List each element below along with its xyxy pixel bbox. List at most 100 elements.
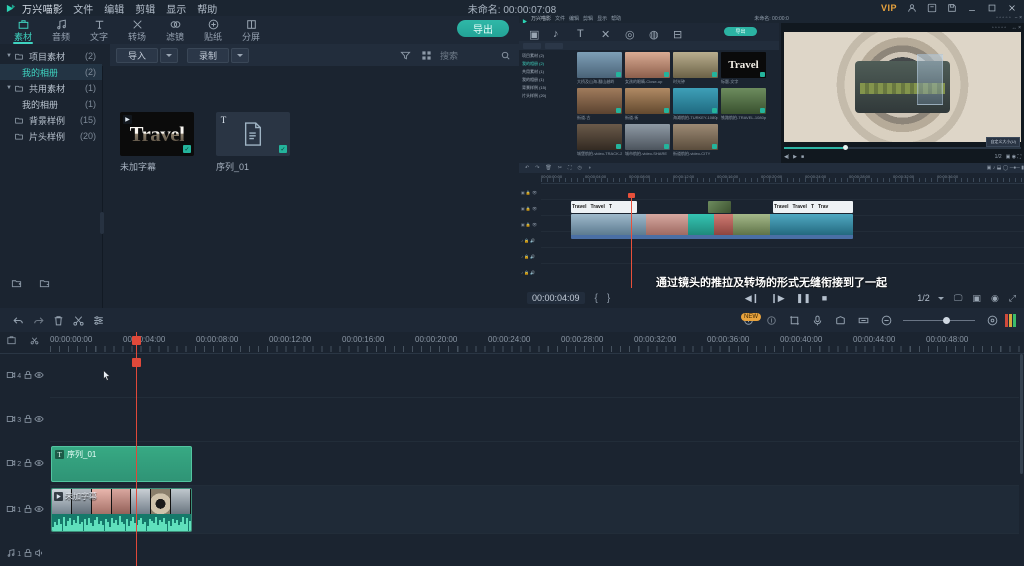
tab-sticker[interactable]: 贴纸 xyxy=(194,16,232,44)
crop-icon[interactable] xyxy=(784,310,804,330)
zoom-in-icon[interactable] xyxy=(982,310,1002,330)
preview-player-panel[interactable]: 万兴喵影 文件 编辑 剪辑 显示 帮助 未命名: 00:00:0 ▫ ▫ ▫ ▫… xyxy=(519,14,1024,308)
tab-filter[interactable]: 滤镜 xyxy=(156,16,194,44)
maximize-button[interactable] xyxy=(986,3,997,14)
zoom-out-icon[interactable] xyxy=(876,310,896,330)
tree-item-shared-media[interactable]: ▼ 共用素材 (1) xyxy=(0,80,102,96)
library-divider-handle[interactable] xyxy=(100,212,104,234)
media-thumbnail[interactable]: Travel ▶ ✓ xyxy=(120,112,194,156)
magnet-snap-icon[interactable] xyxy=(29,335,40,349)
video-track-icon[interactable] xyxy=(6,458,16,471)
lock-icon[interactable] xyxy=(23,414,33,427)
keyframe-icon[interactable] xyxy=(853,310,873,330)
account-icon[interactable] xyxy=(906,3,917,14)
grid-view-icon[interactable] xyxy=(418,47,434,63)
adjust-icon[interactable] xyxy=(88,310,108,330)
tree-item-opening-samples[interactable]: 片头样例 (20) xyxy=(0,128,102,144)
eye-icon[interactable] xyxy=(34,458,44,471)
tree-item-my-album-shared[interactable]: 我的相册 (1) xyxy=(0,96,102,112)
redo-icon[interactable] xyxy=(28,310,48,330)
eye-icon[interactable] xyxy=(34,504,44,517)
track-header-video-4[interactable]: 4 xyxy=(0,354,50,398)
export-button[interactable]: 导出 xyxy=(457,20,509,37)
track-header-video-2[interactable]: 2 xyxy=(0,442,50,486)
menu-view[interactable]: 显示 xyxy=(166,1,186,16)
audio-track-icon[interactable] xyxy=(6,548,16,561)
timeline-playhead[interactable] xyxy=(132,332,141,566)
audio-meter-icon[interactable] xyxy=(1005,313,1016,327)
remove-folder-icon[interactable] xyxy=(36,275,52,291)
mic-icon[interactable] xyxy=(807,310,827,330)
tree-item-background-samples[interactable]: 背景样例 (15) xyxy=(0,112,102,128)
zoom-slider-knob[interactable] xyxy=(943,316,951,324)
add-folder-icon[interactable] xyxy=(8,275,24,291)
tree-item-my-album-project[interactable]: 我的相册 (2) xyxy=(0,64,102,80)
timeline-zoom-slider[interactable] xyxy=(903,314,975,326)
lock-icon[interactable] xyxy=(23,548,33,561)
timeline-vertical-scrollbar[interactable] xyxy=(1019,354,1024,566)
track-lane-video-1[interactable] xyxy=(50,486,1024,534)
track-lane-video-3[interactable] xyxy=(50,398,1024,442)
mark-out-button[interactable]: } xyxy=(607,293,610,304)
tab-text[interactable]: 文字 xyxy=(80,16,118,44)
media-item-video[interactable]: Travel ▶ ✓ 未加字幕 xyxy=(120,112,194,173)
track-header-video-1[interactable]: 1 xyxy=(0,486,50,534)
close-button[interactable] xyxy=(1006,3,1017,14)
track-header-video-3[interactable]: 3 xyxy=(0,398,50,442)
lock-icon[interactable] xyxy=(23,370,33,383)
menu-clip[interactable]: 剪辑 xyxy=(135,1,155,16)
save-icon[interactable] xyxy=(946,3,957,14)
minimize-button[interactable] xyxy=(966,3,977,14)
menu-file[interactable]: 文件 xyxy=(73,1,93,16)
mark-in-button[interactable]: { xyxy=(595,293,598,304)
prev-frame-button[interactable]: ◀❙ xyxy=(745,293,759,304)
record-voiceover-icon[interactable]: NEW xyxy=(738,310,761,330)
snapshot-icon[interactable]: ▣ xyxy=(972,293,981,304)
tab-split-screen[interactable]: 分屏 xyxy=(232,16,270,44)
timeline-clip-text[interactable]: T 序列_01 xyxy=(51,446,192,482)
vip-badge[interactable]: VIP xyxy=(881,3,897,13)
record-dropdown-caret[interactable] xyxy=(231,47,249,63)
menu-help[interactable]: 帮助 xyxy=(197,1,217,16)
track-lane-audio-1[interactable] xyxy=(50,534,1024,566)
display-settings-icon[interactable]: 🖵 xyxy=(954,293,963,304)
track-lane-video-2[interactable] xyxy=(50,442,1024,486)
track-lane-video-4[interactable] xyxy=(50,354,1024,398)
media-thumbnail[interactable]: T ✓ xyxy=(216,112,290,156)
store-icon[interactable] xyxy=(926,3,937,14)
add-marker-icon[interactable] xyxy=(761,310,781,330)
render-icon[interactable]: ◉ xyxy=(991,293,999,304)
lock-icon[interactable] xyxy=(23,504,33,517)
import-button[interactable]: 导入 xyxy=(116,47,158,63)
video-track-icon[interactable] xyxy=(6,414,16,427)
pause-button[interactable]: ❚❚ xyxy=(796,293,811,304)
eye-icon[interactable] xyxy=(34,370,44,383)
record-button[interactable]: 录制 xyxy=(187,47,229,63)
timeline-ruler[interactable]: 00:00:00:00 00:00:04:00 00:00:08:00 00:0… xyxy=(0,332,1024,354)
filter-sort-icon[interactable] xyxy=(397,47,413,63)
chevron-down-icon[interactable] xyxy=(937,296,944,300)
tab-audio[interactable]: 音频 xyxy=(42,16,80,44)
split-icon[interactable] xyxy=(68,310,88,330)
video-track-icon[interactable] xyxy=(6,370,16,383)
speed-ramp-icon[interactable] xyxy=(830,310,850,330)
delete-icon[interactable] xyxy=(48,310,68,330)
timeline-clip-video[interactable]: 未加字幕 mmmllmlmmmmllmlmmmmllmlmmmmll xyxy=(51,488,192,532)
next-frame-button[interactable]: ❙▶ xyxy=(770,293,784,304)
media-item-text[interactable]: T ✓ 序列_01 xyxy=(216,112,290,173)
undo-icon[interactable] xyxy=(8,310,28,330)
stop-button[interactable]: ■ xyxy=(822,293,827,303)
fullscreen-icon[interactable]: ⤢ xyxy=(1009,293,1016,304)
tab-transition[interactable]: 转场 xyxy=(118,16,156,44)
tree-item-project-media[interactable]: ▼ 项目素材 (2) xyxy=(0,48,102,64)
lock-icon[interactable] xyxy=(23,458,33,471)
track-header-audio-1[interactable]: 1 xyxy=(0,534,50,566)
speaker-icon[interactable] xyxy=(34,548,44,561)
search-icon[interactable] xyxy=(497,47,513,63)
tab-media[interactable]: 素材 xyxy=(4,16,42,44)
video-track-icon[interactable] xyxy=(6,504,16,517)
import-dropdown-caret[interactable] xyxy=(160,47,178,63)
snapshot-marker-icon[interactable] xyxy=(6,335,17,349)
timeline-track-area[interactable]: T 序列_01 未加字幕 xyxy=(50,354,1024,566)
menu-edit[interactable]: 编辑 xyxy=(104,1,124,16)
